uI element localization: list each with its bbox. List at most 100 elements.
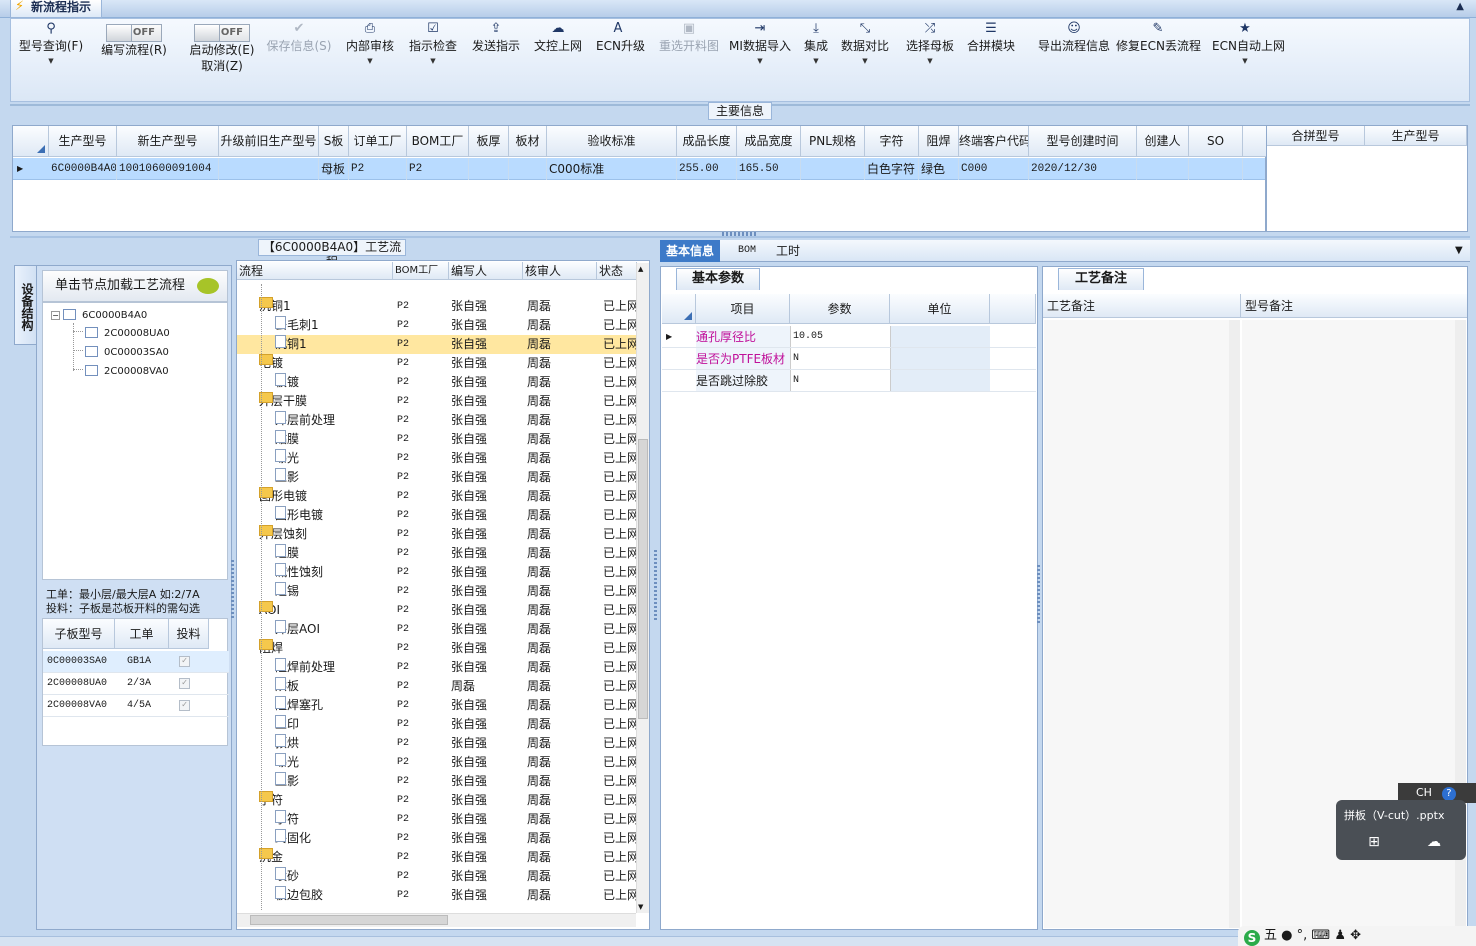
ribbon-button-16[interactable]: ✎ 修复ECN丢流程: [1116, 18, 1201, 102]
collapse-ribbon-icon[interactable]: ▲: [1456, 1, 1464, 12]
basic-params-tab[interactable]: 基本参数: [676, 268, 760, 290]
vertical-tab-structure[interactable]: 设备结构: [14, 265, 38, 345]
ribbon-button-7[interactable]: ☁ 文控上网: [532, 18, 584, 102]
sub-board-row[interactable]: 2C00008VA0 4/5A ✓: [43, 695, 229, 717]
grid-cell[interactable]: P2: [407, 158, 469, 180]
collapse-icon[interactable]: −: [51, 311, 60, 320]
process-notes-scrollbar[interactable]: [1229, 320, 1240, 928]
process-row[interactable]: 阻焊前处理 P2 张自强 周磊 已上网: [237, 658, 637, 677]
sub-feed-header[interactable]: 投料: [169, 619, 209, 649]
grid-icon[interactable]: ✥: [1350, 928, 1361, 943]
merge-model-header[interactable]: 合拼型号: [1267, 126, 1365, 146]
param-value[interactable]: 10.05: [790, 326, 890, 347]
param-value[interactable]: N: [790, 348, 890, 369]
column-header[interactable]: S板: [319, 126, 349, 157]
ribbon-button-13[interactable]: ⤮ 选择母板 ▼: [904, 18, 956, 102]
feed-checkbox[interactable]: ✓: [179, 678, 190, 689]
new-file-icon[interactable]: ⊞: [1364, 834, 1384, 852]
sub-order-header[interactable]: 工单: [115, 619, 169, 649]
grid-cell[interactable]: [801, 158, 865, 180]
process-row[interactable]: 丝印 P2 张自强 周磊 已上网: [237, 715, 637, 734]
ribbon-button-12[interactable]: ⤡ 数据对比 ▼: [840, 18, 890, 102]
column-header[interactable]: 成品长度: [677, 126, 737, 157]
grid-cell[interactable]: [219, 158, 319, 180]
ribbon-button-8[interactable]: A ECN升级: [596, 18, 645, 102]
ribbon-button-9[interactable]: ▣ 重选开料图: [654, 18, 724, 102]
dropdown-arrow-icon[interactable]: ▼: [802, 54, 830, 68]
moon-icon[interactable]: ●: [1281, 928, 1292, 943]
sub-board-row[interactable]: 0C00003SA0 GB1A ✓: [43, 651, 229, 673]
column-header[interactable]: 板厚: [469, 126, 509, 157]
column-header[interactable]: 新生产型号: [117, 126, 219, 157]
grid-cell[interactable]: [509, 158, 547, 180]
grid-cell[interactable]: 母板: [319, 158, 349, 180]
grid-cell[interactable]: [1137, 158, 1189, 180]
process-row[interactable]: 烘板 P2 周磊 周磊 已上网: [237, 677, 637, 696]
params-unit-header[interactable]: 单位: [890, 294, 990, 324]
process-row[interactable]: 去毛刺1 P2 张自强 周磊 已上网: [237, 316, 637, 335]
dropdown-arrow-icon[interactable]: ▼: [408, 54, 458, 68]
ribbon-button-15[interactable]: ☺ 导出流程信息: [1036, 18, 1112, 102]
ribbon-button-17[interactable]: ★ ECN自动上网 ▼: [1212, 18, 1285, 102]
toggle-switch[interactable]: OFF: [106, 24, 162, 42]
column-header[interactable]: 板材: [509, 126, 547, 157]
column-header[interactable]: 终端客户代码: [959, 126, 1029, 157]
param-value[interactable]: N: [790, 370, 890, 391]
process-row[interactable]: −字符 P2 张自强 周磊 已上网: [237, 791, 637, 810]
grid-cell[interactable]: C000标准: [547, 158, 677, 180]
process-row[interactable]: 外层前处理 P2 张自强 周磊 已上网: [237, 411, 637, 430]
column-header[interactable]: 验收标准: [547, 126, 677, 157]
grid-cell[interactable]: 165.50: [737, 158, 801, 180]
process-row[interactable]: 贴膜 P2 张自强 周磊 已上网: [237, 430, 637, 449]
splitter-grip-right[interactable]: [1037, 565, 1040, 625]
param-row[interactable]: 是否为PTFE板材 N: [662, 348, 1036, 370]
dropdown-arrow-icon[interactable]: ▼: [16, 54, 86, 68]
column-header[interactable]: 订单工厂: [349, 126, 407, 157]
ribbon-button-4[interactable]: ⎙ 内部审核 ▼: [344, 18, 396, 102]
process-row[interactable]: 预烘 P2 张自强 周磊 已上网: [237, 734, 637, 753]
process-row[interactable]: −外层蚀刻 P2 张自强 周磊 已上网: [237, 525, 637, 544]
side-production-model-header[interactable]: 生产型号: [1365, 126, 1467, 146]
process-row[interactable]: −沉金 P2 张自强 周磊 已上网: [237, 848, 637, 867]
column-header[interactable]: 创建人: [1137, 126, 1189, 157]
sub-model-header[interactable]: 子板型号: [43, 619, 115, 649]
ribbon-button-11[interactable]: ⤓ 集成 ▼: [802, 18, 830, 102]
column-header[interactable]: SO: [1189, 126, 1243, 157]
process-row[interactable]: 外层AOI P2 张自强 周磊 已上网: [237, 620, 637, 639]
process-row[interactable]: 板镀 P2 张自强 周磊 已上网: [237, 373, 637, 392]
dropdown-arrow-icon[interactable]: ▼: [1212, 54, 1278, 68]
process-row[interactable]: 碱性蚀刻 P2 张自强 周磊 已上网: [237, 563, 637, 582]
process-row[interactable]: 退膜 P2 张自强 周磊 已上网: [237, 544, 637, 563]
grid-cell[interactable]: 绿色: [919, 158, 959, 180]
column-header[interactable]: 字符: [865, 126, 919, 157]
process-row[interactable]: 喷砂 P2 张自强 周磊 已上网: [237, 867, 637, 886]
column-header[interactable]: PNL规格: [801, 126, 865, 157]
ribbon-button-10[interactable]: ⇥ MI数据导入 ▼: [728, 18, 792, 102]
param-unit[interactable]: [890, 348, 990, 369]
process-row[interactable]: −阻焊 P2 张自强 周磊 已上网: [237, 639, 637, 658]
column-header[interactable]: 成品宽度: [737, 126, 801, 157]
process-row[interactable]: −电镀 P2 张自强 周磊 已上网: [237, 354, 637, 373]
ribbon-button-6[interactable]: ⇪ 发送指示: [470, 18, 522, 102]
scroll-up-icon[interactable]: ▲: [638, 265, 643, 273]
dropdown-arrow-icon[interactable]: ▼: [728, 54, 792, 68]
process-row[interactable]: 阻焊塞孔 P2 张自强 周磊 已上网: [237, 696, 637, 715]
process-row[interactable]: 终固化 P2 张自强 周磊 已上网: [237, 829, 637, 848]
params-value-header[interactable]: 参数: [790, 294, 890, 324]
grid-cell[interactable]: [469, 158, 509, 180]
window-tab[interactable]: ⚡ 新流程指示: [10, 0, 103, 18]
tab-basic-info[interactable]: 基本信息: [660, 240, 721, 262]
user-icon[interactable]: ♟: [1334, 928, 1346, 943]
dropdown-arrow-icon[interactable]: ▼: [840, 54, 890, 68]
params-item-header[interactable]: 项目: [696, 294, 790, 324]
process-row[interactable]: 曝光 P2 张自强 周磊 已上网: [237, 753, 637, 772]
ribbon-button-2[interactable]: OFF 启动修改(E) 取消(Z): [180, 18, 264, 102]
ribbon-button-0[interactable]: ⚲ 型号查询(F) ▼: [16, 18, 86, 102]
process-notes-textarea[interactable]: [1044, 320, 1240, 928]
grid-cell[interactable]: C000: [959, 158, 1029, 180]
process-row[interactable]: 沉铜1 P2 张自强 周磊 已上网: [237, 335, 637, 354]
vertical-scroll-thumb[interactable]: [638, 439, 648, 719]
tree-node-root[interactable]: − 6C0000B4A0: [51, 309, 147, 321]
column-header[interactable]: 生产型号: [49, 126, 117, 157]
dropdown-arrow-icon[interactable]: ▼: [344, 54, 396, 68]
